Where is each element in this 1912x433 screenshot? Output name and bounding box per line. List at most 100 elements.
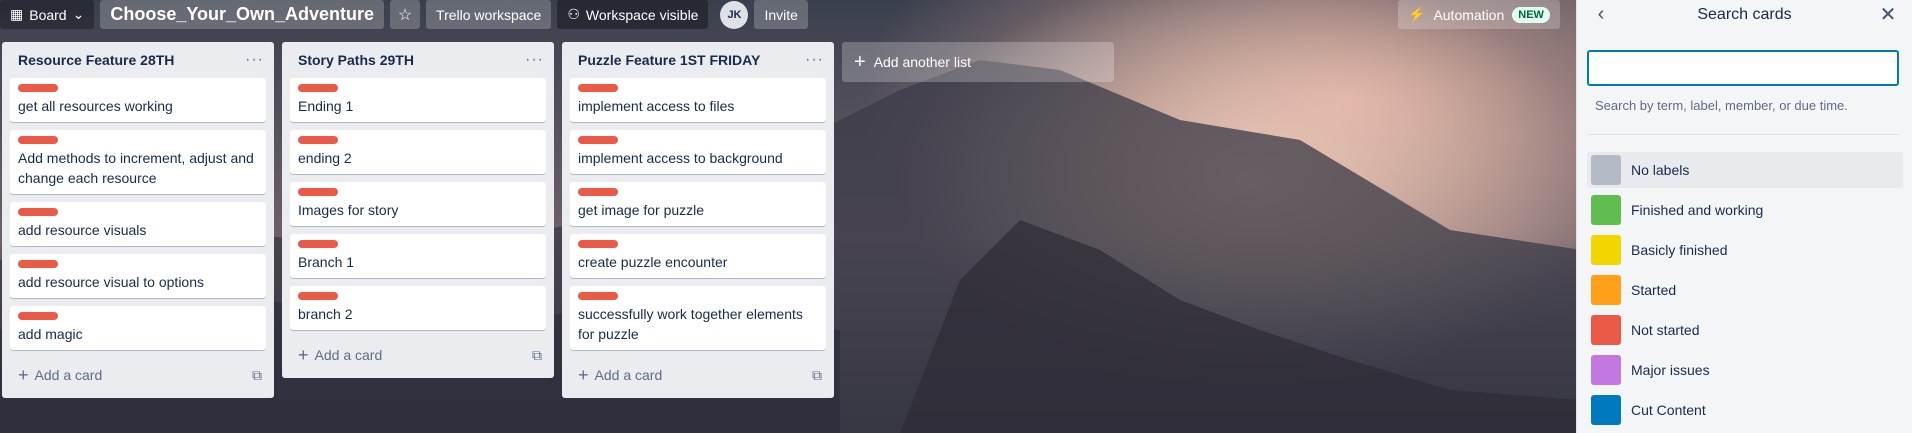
card[interactable]: implement access to background (570, 130, 826, 174)
visibility-label: Workspace visible (585, 6, 699, 23)
board-view-switcher[interactable]: ▦ Board ⌄ (0, 0, 95, 29)
card-label[interactable] (298, 240, 338, 248)
card-label[interactable] (298, 188, 338, 196)
divider (1587, 134, 1899, 135)
card-title: Images for story (298, 202, 399, 218)
card-label[interactable] (298, 84, 338, 92)
label-name: Started (1631, 282, 1677, 298)
search-input[interactable] (1587, 50, 1899, 86)
card[interactable]: create puzzle encounter (570, 234, 826, 278)
card-label[interactable] (578, 292, 618, 300)
add-card-label: Add a card (594, 367, 663, 383)
card[interactable]: successfully work together elements for … (570, 286, 826, 350)
card[interactable]: get all resources working (10, 78, 266, 122)
plus-icon: + (578, 364, 589, 385)
card[interactable]: implement access to files (570, 78, 826, 122)
card[interactable]: Ending 1 (290, 78, 546, 122)
label-name: Cut Content (1631, 402, 1706, 418)
label-filter-major-issues[interactable]: Major issues (1587, 352, 1903, 388)
add-card-button[interactable]: + Add a card (18, 365, 102, 386)
add-card-button[interactable]: + Add a card (298, 345, 382, 366)
card-label[interactable] (18, 312, 58, 320)
card[interactable]: add resource visual to options (10, 254, 266, 298)
card[interactable]: Branch 1 (290, 234, 546, 278)
list-title[interactable]: Puzzle Feature 1ST FRIDAY (578, 52, 760, 68)
label-swatch (1591, 235, 1621, 265)
card[interactable]: branch 2 (290, 286, 546, 330)
list-title[interactable]: Resource Feature 28TH (18, 52, 174, 68)
label-name: Finished and working (1631, 202, 1764, 218)
more-icon[interactable]: ··· (245, 51, 264, 69)
add-list-label: Add another list (873, 54, 971, 70)
card-label[interactable] (578, 84, 618, 92)
automation-button[interactable]: ⚡ Automation NEW (1398, 0, 1560, 29)
card-title: successfully work together elements for … (578, 306, 803, 342)
avatar[interactable]: JK (720, 0, 749, 29)
card-label[interactable] (298, 292, 338, 300)
close-icon[interactable]: ✕ (1878, 2, 1898, 27)
board-icon: ▦ (10, 6, 24, 22)
list-resource-feature: Resource Feature 28TH ··· get all resour… (2, 42, 274, 398)
card-label[interactable] (578, 188, 618, 196)
label-filter-no-labels[interactable]: No labels (1587, 152, 1903, 188)
label-swatch (1591, 195, 1621, 225)
more-icon[interactable]: ··· (805, 51, 824, 69)
card-label[interactable] (298, 136, 338, 144)
card-label[interactable] (578, 136, 618, 144)
list-header: Puzzle Feature 1ST FRIDAY ··· (570, 42, 826, 78)
card[interactable]: Add methods to increment, adjust and cha… (10, 130, 266, 194)
search-hint: Search by term, label, member, or due ti… (1595, 98, 1848, 113)
template-icon[interactable]: ⧉ (532, 347, 542, 364)
plus-icon: + (18, 364, 29, 385)
workspace-button[interactable]: Trello workspace (426, 0, 552, 29)
invite-button[interactable]: Invite (754, 0, 808, 29)
more-icon[interactable]: ··· (525, 51, 544, 69)
label-filter-started[interactable]: Started (1587, 272, 1903, 308)
card-label[interactable] (578, 240, 618, 248)
label-filter-not-started[interactable]: Not started (1587, 312, 1903, 348)
list-puzzle-feature: Puzzle Feature 1ST FRIDAY ··· implement … (562, 42, 834, 398)
add-card-row: + Add a card ⧉ (570, 358, 826, 392)
add-list-button[interactable]: + Add another list (842, 42, 1114, 82)
label-filter-finished[interactable]: Finished and working (1587, 192, 1903, 228)
list-title[interactable]: Story Paths 29TH (298, 52, 414, 68)
card-title: implement access to background (578, 150, 783, 166)
label-name: No labels (1631, 162, 1690, 178)
label-name: Major issues (1631, 362, 1710, 378)
card-title: Add methods to increment, adjust and cha… (18, 150, 254, 186)
list-header: Story Paths 29TH ··· (290, 42, 546, 78)
label-filter-cut-content[interactable]: Cut Content (1587, 392, 1903, 428)
label-filter-basicly-finished[interactable]: Basicly finished (1587, 232, 1903, 268)
card[interactable]: ending 2 (290, 130, 546, 174)
back-icon[interactable]: ‹ (1591, 3, 1611, 26)
template-icon[interactable]: ⧉ (812, 367, 822, 384)
card[interactable]: add resource visuals (10, 202, 266, 246)
visibility-button[interactable]: ⚇ Workspace visible (557, 0, 709, 29)
card[interactable]: Images for story (290, 182, 546, 226)
card-title: add magic (18, 326, 83, 342)
add-card-row: + Add a card ⧉ (10, 358, 266, 392)
add-card-button[interactable]: + Add a card (578, 365, 662, 386)
new-badge: NEW (1512, 6, 1550, 23)
search-cards-panel: ‹ Search cards ✕ Search by term, label, … (1576, 0, 1912, 433)
card-label[interactable] (18, 208, 58, 216)
add-card-label: Add a card (314, 347, 383, 363)
label-name: Not started (1631, 322, 1700, 338)
card-title: get image for puzzle (578, 202, 705, 218)
template-icon[interactable]: ⧉ (252, 367, 262, 384)
board-title[interactable]: Choose_Your_Own_Adventure (100, 0, 385, 29)
panel-header: ‹ Search cards ✕ (1577, 0, 1912, 29)
people-icon: ⚇ (567, 6, 580, 22)
star-icon[interactable]: ☆ (390, 0, 421, 29)
card-label[interactable] (18, 136, 58, 144)
add-card-label: Add a card (34, 367, 103, 383)
card-label[interactable] (18, 260, 58, 268)
card[interactable]: add magic (10, 306, 266, 350)
card[interactable]: get image for puzzle (570, 182, 826, 226)
card-title: add resource visual to options (18, 274, 204, 290)
lightning-icon: ⚡ (1408, 6, 1426, 22)
card-label[interactable] (18, 84, 58, 92)
card-title: Branch 1 (298, 254, 355, 270)
plus-icon: + (298, 344, 309, 365)
chevron-down-icon: ⌄ (72, 6, 85, 22)
